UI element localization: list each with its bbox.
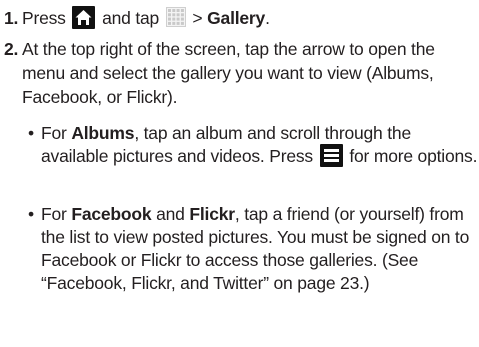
- bullet-fb-facebook: Facebook: [71, 204, 152, 224]
- step-1-period: .: [265, 8, 270, 28]
- bullet-albums-label: Albums: [71, 123, 135, 143]
- bullet-albums-text-b: for more options.: [349, 146, 478, 166]
- step-1-text: Press and tap > Gallery.: [22, 5, 477, 31]
- step-1-gallery: Gallery: [207, 8, 266, 28]
- step-1-press: Press: [22, 8, 66, 28]
- bullet-fb-for: For: [41, 204, 67, 224]
- bullet-dot: •: [28, 204, 34, 224]
- step-1-arrow: >: [192, 8, 203, 28]
- step-1-and-tap: and tap: [102, 8, 160, 28]
- step-2-number: 2.: [4, 39, 19, 59]
- bullet-facebook-flickr-text: For Facebook and Flickr, tap a friend (o…: [41, 203, 479, 295]
- home-key-icon: [72, 5, 96, 29]
- bullet-fb-and: and: [156, 204, 185, 224]
- bullet-albums-for: For: [41, 123, 67, 143]
- applications-grid-icon: [165, 7, 186, 28]
- step-2-text: At the top right of the screen, tap the …: [22, 39, 435, 107]
- step-1-number: 1.: [4, 8, 19, 28]
- menu-key-icon: [319, 143, 343, 167]
- bullet-albums-text: For Albums, tap an album and scroll thro…: [41, 122, 479, 169]
- manual-page: 1. Press and tap > Gallery. 2. At the to…: [0, 0, 479, 347]
- bullet-fb-flickr: Flickr: [189, 204, 235, 224]
- bullet-dot: •: [28, 123, 34, 143]
